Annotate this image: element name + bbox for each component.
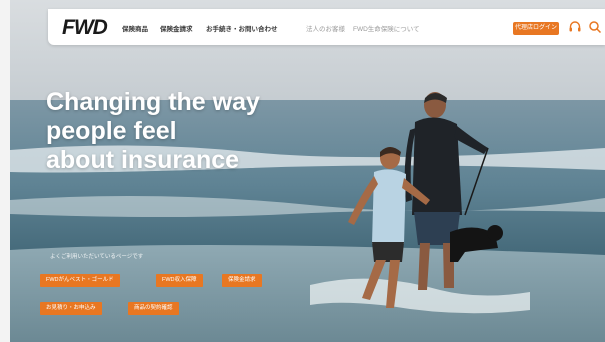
- quick-link-contract-check[interactable]: 商品の契約確認: [128, 302, 179, 315]
- nav-link-corporate[interactable]: 法人のお客様: [306, 23, 345, 33]
- nav-link-products[interactable]: 保険商品: [122, 23, 148, 33]
- fwd-logo[interactable]: FWD: [62, 16, 108, 40]
- headline-line-3: about insurance: [46, 146, 240, 174]
- nav-link-procedures-contact[interactable]: お手続き・お問い合わせ: [206, 23, 278, 33]
- headset-icon[interactable]: [568, 20, 582, 34]
- headline-line-1: Changing the way: [46, 88, 260, 116]
- quick-link-quote-apply[interactable]: お見積り・お申込み: [40, 302, 102, 315]
- headline-line-2: people feel: [46, 117, 177, 145]
- quick-links-lead: よくご利用いただいているページです: [50, 254, 144, 260]
- search-icon[interactable]: [588, 20, 602, 34]
- nav-link-about[interactable]: FWD生命保険について: [353, 23, 420, 33]
- quick-link-claim[interactable]: 保険金請求: [222, 274, 262, 287]
- agent-login-button[interactable]: 代理店ログイン: [513, 22, 559, 35]
- hero-banner: Changing the way people feel about insur…: [10, 0, 605, 342]
- hero-headline: Changing the way people feel about insur…: [46, 88, 260, 175]
- quick-link-income-protection[interactable]: FWD収入保障: [156, 274, 203, 287]
- quick-link-cancer-best-gold[interactable]: FWDがんベスト・ゴールド: [40, 274, 120, 287]
- fwd-homepage: Changing the way people feel about insur…: [0, 0, 605, 342]
- nav-link-claims[interactable]: 保険金請求: [160, 23, 193, 33]
- top-navigation: FWD 保険商品 保険金請求 お手続き・お問い合わせ 法人のお客様 FWD生命保…: [48, 9, 605, 45]
